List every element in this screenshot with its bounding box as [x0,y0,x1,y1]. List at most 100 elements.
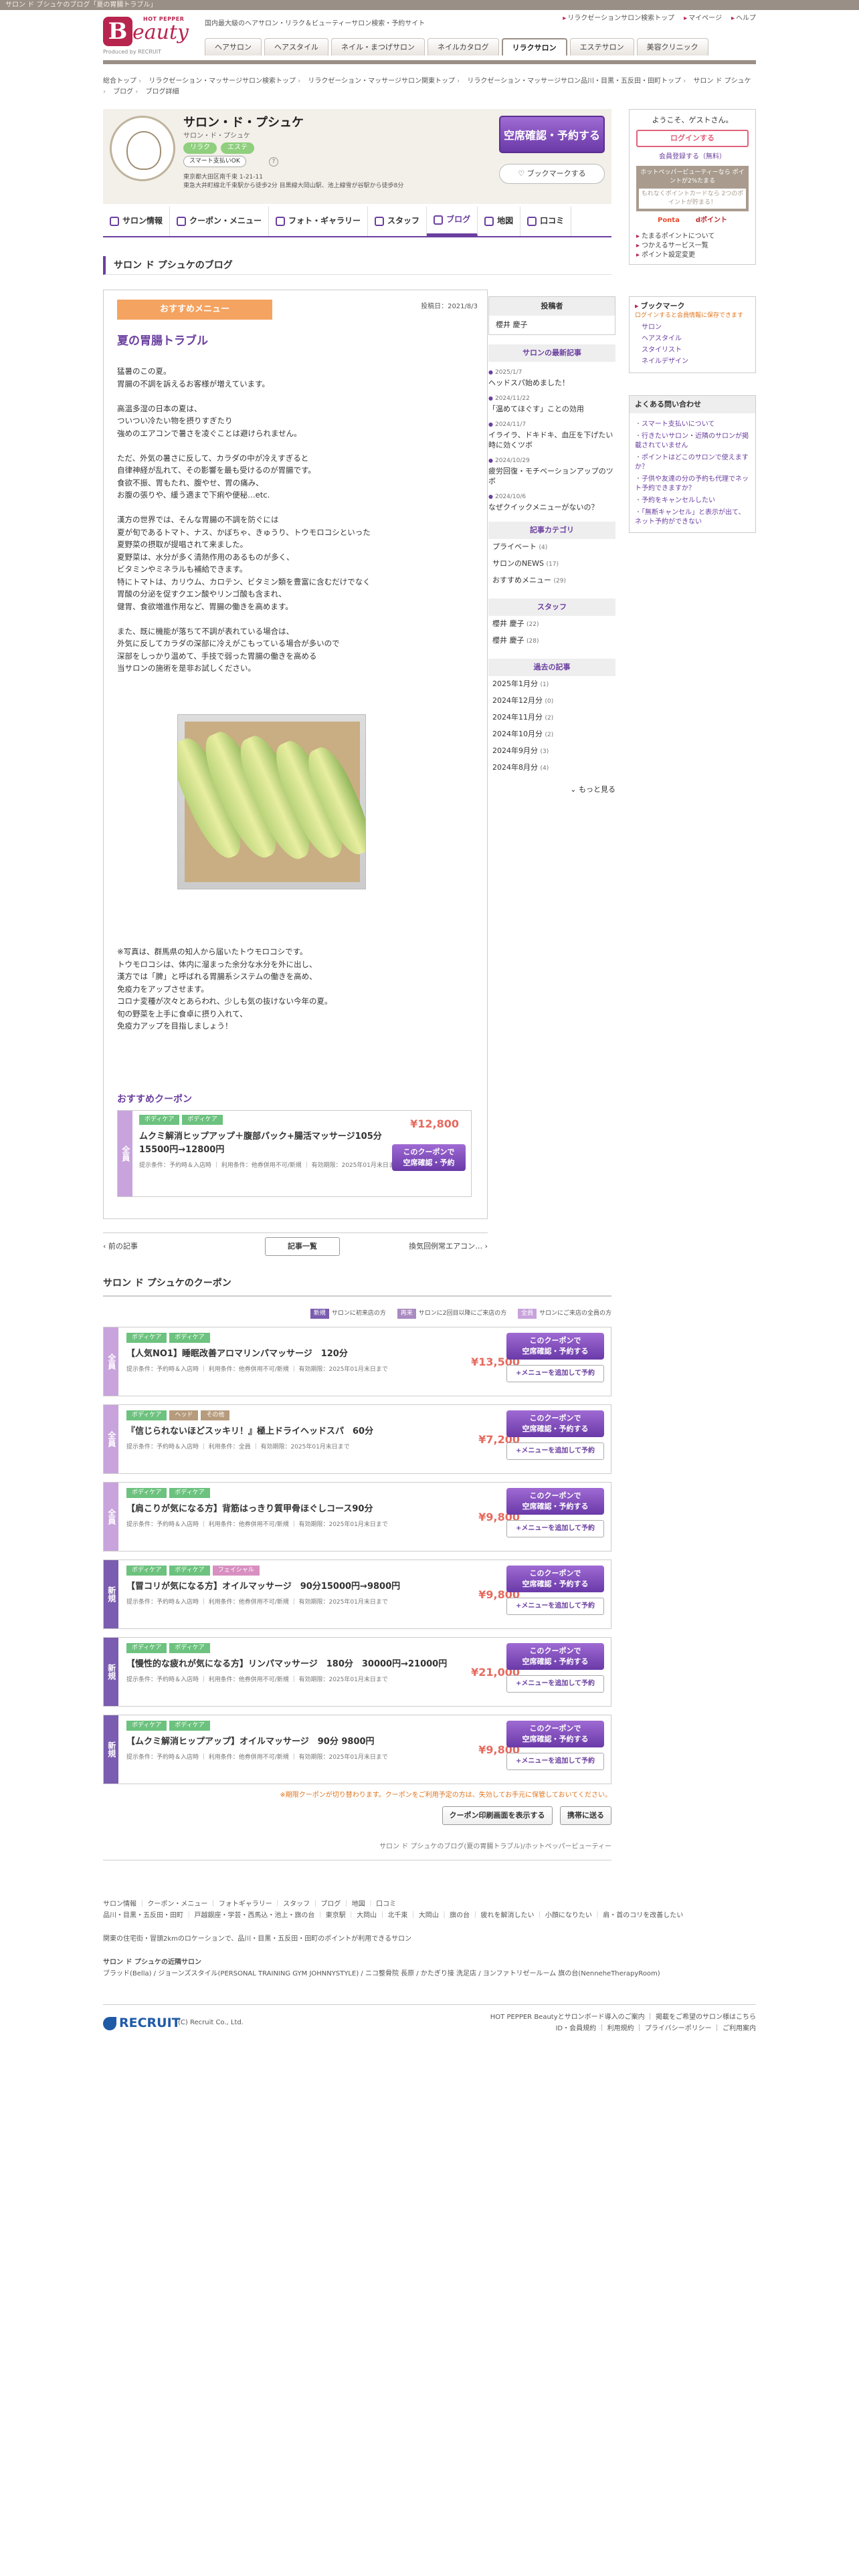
footer-link[interactable]: 大岡山 [419,1912,450,1919]
recent-article-item[interactable]: 2024/10/6なぜクイックメニューがないの？ [488,492,615,512]
tab-photo-gallery[interactable]: フォト・ギャラリー [269,207,369,236]
faq-item[interactable]: ポイントはどこのサロンで使えますか？ [635,453,750,472]
coupon-book-button[interactable]: このクーポンで 空席確認・予約する [506,1333,604,1360]
coupon-book-button[interactable]: このクーポンで 空席確認・予約する [506,1410,604,1438]
footer-link[interactable]: 戸越銀座・学芸・西馬込・池上・旗の台 [194,1912,325,1919]
archive-item[interactable]: 2024年10月分 (2) [488,726,615,743]
help-link[interactable]: ヘルプ [731,14,756,24]
book-button[interactable]: 空席確認・予約する [499,116,605,153]
relax-search-top-link[interactable]: リラクゼーションサロン検索トップ [563,14,674,24]
coupon-book-button[interactable]: このクーポンで 空席確認・予約する [506,1721,604,1748]
coupon-book-button[interactable]: このクーポンで 空席確認・予約する [506,1643,604,1671]
coupon-book-button[interactable]: このクーポンで 空席確認・予約 [392,1144,466,1171]
recent-article-item[interactable]: 2024/11/22「温めてほぐす」ことの効用 [488,393,615,414]
gnav-relax-salon[interactable]: リラクサロン [501,38,567,56]
footer-policy-links[interactable]: ID・会員規約 ｜ 利用規約 ｜ プライバシーポリシー ｜ ご利用案内 [490,2023,756,2034]
category-item[interactable]: プライベート (4) [488,539,615,556]
article-link[interactable]: イライラ、ドキドキ、血圧を下げたい時に効くツボ [488,430,615,450]
register-link[interactable]: 会員登録する（無料） [630,152,755,163]
archive-item-label[interactable]: 2024年8月分 [492,763,538,772]
add-menu-button[interactable]: +メニューを追加して予約 [506,1753,604,1771]
footer-link[interactable]: 品川・目黒・五反田・田町 [103,1912,194,1919]
add-menu-button[interactable]: +メニューを追加して予約 [506,1520,604,1538]
article-link[interactable]: 疲労回復・モチベーションアップのツボ [488,466,615,486]
print-coupon-button[interactable]: クーポン印刷画面を表示する [442,1806,553,1825]
mypage-link[interactable]: マイページ [684,14,722,24]
tab-blog[interactable]: ブログ [427,207,478,236]
footer-link[interactable]: 小顔になりたい [545,1912,603,1919]
category-item[interactable]: サロンのNEWS (17) [488,556,615,572]
footer-link[interactable]: ブログ [320,1901,351,1908]
recent-article-item[interactable]: 2025/1/7ヘッドスパ始めました！ [488,367,615,388]
gnav-nail-salon[interactable]: ネイル・まつげサロン [331,38,425,56]
add-menu-button[interactable]: +メニューを追加して予約 [506,1598,604,1616]
staff-item-label[interactable]: 櫻井 慶子 [492,636,524,645]
tab-coupon-menu[interactable]: クーポン・メニュー [170,207,270,236]
gnav-nail-catalog[interactable]: ネイルカタログ [427,38,499,56]
poster-name[interactable]: 櫻井 慶子 [489,316,615,334]
faq-item[interactable]: 予約をキャンセルしたい [635,496,750,506]
gnav-hair-style[interactable]: ヘアスタイル [264,38,328,56]
blog-category-button[interactable]: おすすめメニュー [117,300,272,320]
footer-link[interactable]: クーポン・メニュー [147,1901,218,1908]
prev-article-link[interactable]: ‹ 前の記事 [103,1241,138,1252]
coupon-book-button[interactable]: このクーポンで 空席確認・予約する [506,1566,604,1593]
category-item-label[interactable]: おすすめメニュー [492,576,551,584]
tab-salon-info[interactable]: サロン情報 [103,207,171,236]
coupon-book-button[interactable]: このクーポンで 空席確認・予約する [506,1488,604,1515]
footer-link[interactable]: 口コミ [376,1901,396,1908]
archive-item[interactable]: 2024年11月分 (2) [488,710,615,726]
staff-item[interactable]: 櫻井 慶子 (22) [488,616,615,633]
category-item[interactable]: おすすめメニュー (29) [488,572,615,589]
bookmark-item[interactable]: ヘアスタイル [642,333,750,344]
breadcrumb-item[interactable]: リラクゼーション・マッサージサロン品川・目黒・五反田・田町トップ [467,78,691,85]
tab-staff[interactable]: スタッフ [368,207,427,236]
archive-item-label[interactable]: 2024年10月分 [492,730,543,738]
footer-link[interactable]: 北千束 [387,1912,418,1919]
add-menu-button[interactable]: +メニューを追加して予約 [506,1442,604,1461]
article-link[interactable]: なぜクイックメニューがないの？ [488,502,615,512]
tab-map[interactable]: 地図 [478,207,521,236]
recruit-logo[interactable]: RECRUIT [103,2014,181,2033]
footer-link[interactable]: 大岡山 [357,1912,387,1919]
gnav-beauty-clinic[interactable]: 美容クリニック [636,38,708,56]
login-button[interactable]: ログインする [636,129,749,147]
recent-article-item[interactable]: 2024/11/7イライラ、ドキドキ、血圧を下げたい時に効くツボ [488,419,615,450]
staff-item-label[interactable]: 櫻井 慶子 [492,619,524,628]
staff-item[interactable]: 櫻井 慶子 (28) [488,633,615,649]
category-item-label[interactable]: プライベート [492,542,537,551]
faq-item[interactable]: 「無断キャンセル」と表示が出て、ネット予約ができない [635,508,750,527]
archive-item-label[interactable]: 2024年12月分 [492,696,543,705]
bookmark-button[interactable]: ♡ ブックマークする [499,164,605,184]
tab-reviews[interactable]: 口コミ [520,207,572,236]
add-menu-button[interactable]: +メニューを追加して予約 [506,1365,604,1383]
archive-item-label[interactable]: 2024年11月分 [492,713,543,722]
point-link[interactable]: たまるポイントについて [636,232,749,241]
footer-link[interactable]: 地図 [352,1901,376,1908]
bookmark-item[interactable]: ネイルデザイン [642,356,750,367]
footer-area-note[interactable]: 関東の住宅街・冒頭2kmのロケーションで、品川・目黒・五反田・田町のポイントが利… [103,1933,756,1945]
nearby-salons[interactable]: ブラッド(Bella) / ジョーンズスタイル(PERSONAL TRAININ… [103,1968,756,1979]
next-article-link[interactable]: 換気回例常エアコン… › [409,1241,488,1252]
footer-link[interactable]: 疲れを解消したい [481,1912,545,1919]
archive-item-label[interactable]: 2024年9月分 [492,746,538,755]
bookmark-item[interactable]: スタイリスト [642,344,750,356]
breadcrumb-item[interactable]: 総合トップ [103,78,147,85]
breadcrumb-item[interactable]: リラクゼーション・マッサージサロン検索トップ [149,78,306,85]
gnav-esthe-salon[interactable]: エステサロン [569,38,634,56]
faq-item[interactable]: スマート支払いについて [635,420,750,429]
category-item-label[interactable]: サロンのNEWS [492,559,544,568]
hotpepper-beauty-logo[interactable]: HOT PEPPER B eauty Produced by RECRUIT [103,15,195,57]
archive-item[interactable]: 2024年8月分 (4) [488,760,615,776]
footer-link[interactable]: スタッフ [283,1901,320,1908]
point-link[interactable]: つかえるサービス一覧 [636,241,749,251]
add-menu-button[interactable]: +メニューを追加して予約 [506,1675,604,1693]
footer-business-links[interactable]: HOT PEPPER Beautyとサロンボード導入のご案内 ｜ 掲載をご希望の… [490,2012,756,2023]
point-link[interactable]: ポイント設定変更 [636,251,749,260]
archive-item-label[interactable]: 2025年1月分 [492,679,538,688]
article-link[interactable]: ヘッドスパ始めました！ [488,378,615,388]
footer-link[interactable]: サロン情報 [103,1901,147,1908]
faq-item[interactable]: 子供や友達の分の予約も代理でネット予約できますか？ [635,475,750,494]
footer-link[interactable]: フォトギャラリー [219,1901,283,1908]
faq-item[interactable]: 行きたいサロン・近隣のサロンが掲載されていません [635,432,750,451]
